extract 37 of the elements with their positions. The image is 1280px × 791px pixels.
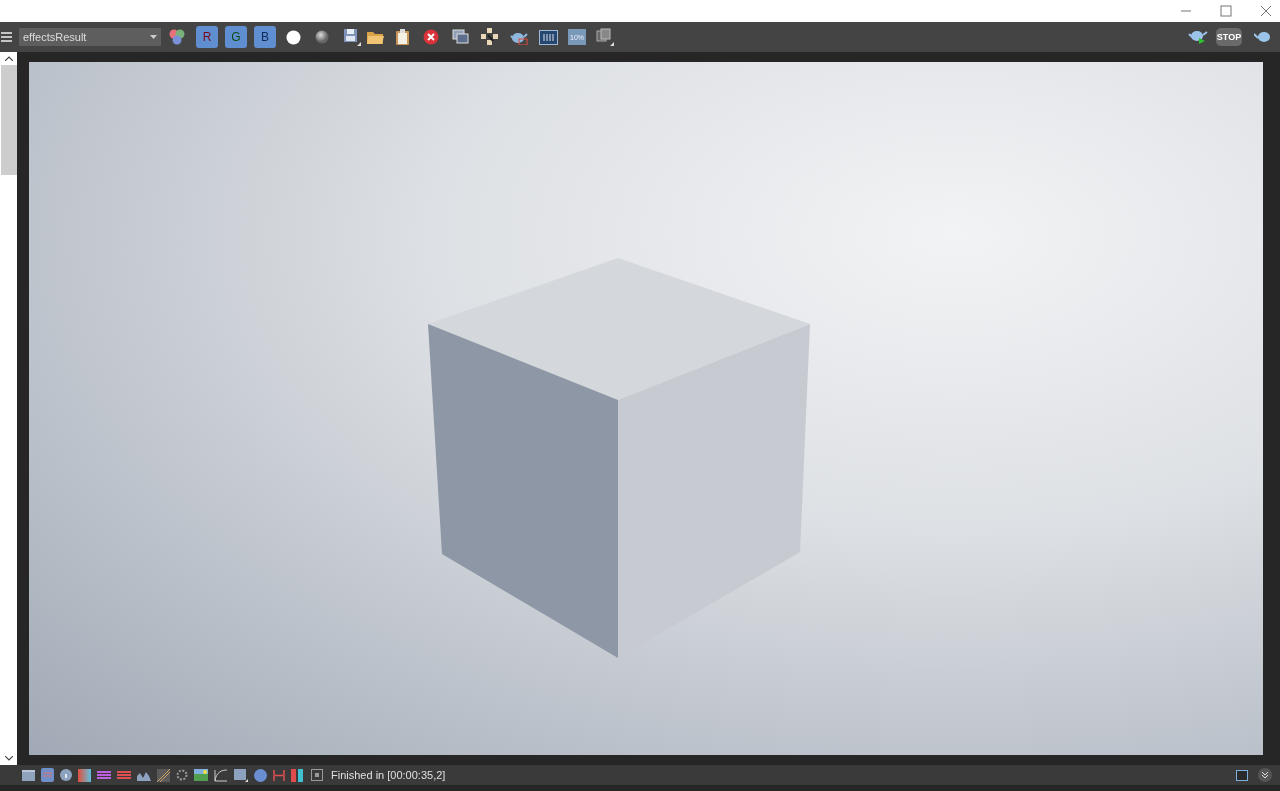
teapot-icon[interactable] <box>1254 30 1272 44</box>
channel-toggle-button[interactable]: B <box>254 26 276 48</box>
windows-icon[interactable] <box>452 29 469 45</box>
gradient-swatch-icon[interactable] <box>78 768 91 782</box>
maximize-icon[interactable] <box>1220 5 1232 17</box>
save-icon[interactable] <box>343 28 361 46</box>
teapot-play-icon[interactable] <box>1188 29 1208 45</box>
color-circles-icon[interactable] <box>168 29 186 45</box>
window-icon[interactable] <box>1236 769 1248 781</box>
stop-sign[interactable]: STOP <box>1216 28 1242 46</box>
grid-tiles-icon[interactable] <box>481 28 498 46</box>
clipboard-icon[interactable] <box>396 29 409 45</box>
menu-icon[interactable] <box>1 32 12 42</box>
channel-dropdown-value: effectsResult <box>23 29 87 45</box>
sphere-icon[interactable] <box>315 30 329 44</box>
folder-icon[interactable] <box>367 30 384 44</box>
info-icon[interactable] <box>60 769 72 781</box>
film-strip-icon[interactable] <box>539 29 558 45</box>
split-bars-icon[interactable] <box>291 768 305 782</box>
curve-icon[interactable] <box>214 768 228 782</box>
frame-icon[interactable] <box>311 769 323 781</box>
channel-toggle-button[interactable]: R <box>196 26 218 48</box>
status-message: Finished in [00:00:35,2] <box>331 767 446 783</box>
color-lines-icon[interactable] <box>117 769 131 781</box>
diagonal-lines-icon[interactable] <box>157 768 170 782</box>
circle-icon[interactable] <box>286 29 301 45</box>
scrollbar-thumb[interactable] <box>0 65 17 175</box>
double-chevron-icon[interactable] <box>1258 768 1272 782</box>
caret-icon <box>150 35 157 39</box>
channel-dropdown[interactable]: effectsResult <box>19 28 161 46</box>
close-icon[interactable] <box>1260 5 1272 17</box>
scrollbar[interactable] <box>0 52 17 765</box>
color-bars-icon[interactable] <box>97 769 111 781</box>
cancel-icon[interactable] <box>423 29 439 45</box>
width-arrows-icon[interactable] <box>273 769 285 781</box>
window-icon[interactable] <box>22 769 35 781</box>
channel-toggle-button[interactable]: G <box>225 26 247 48</box>
